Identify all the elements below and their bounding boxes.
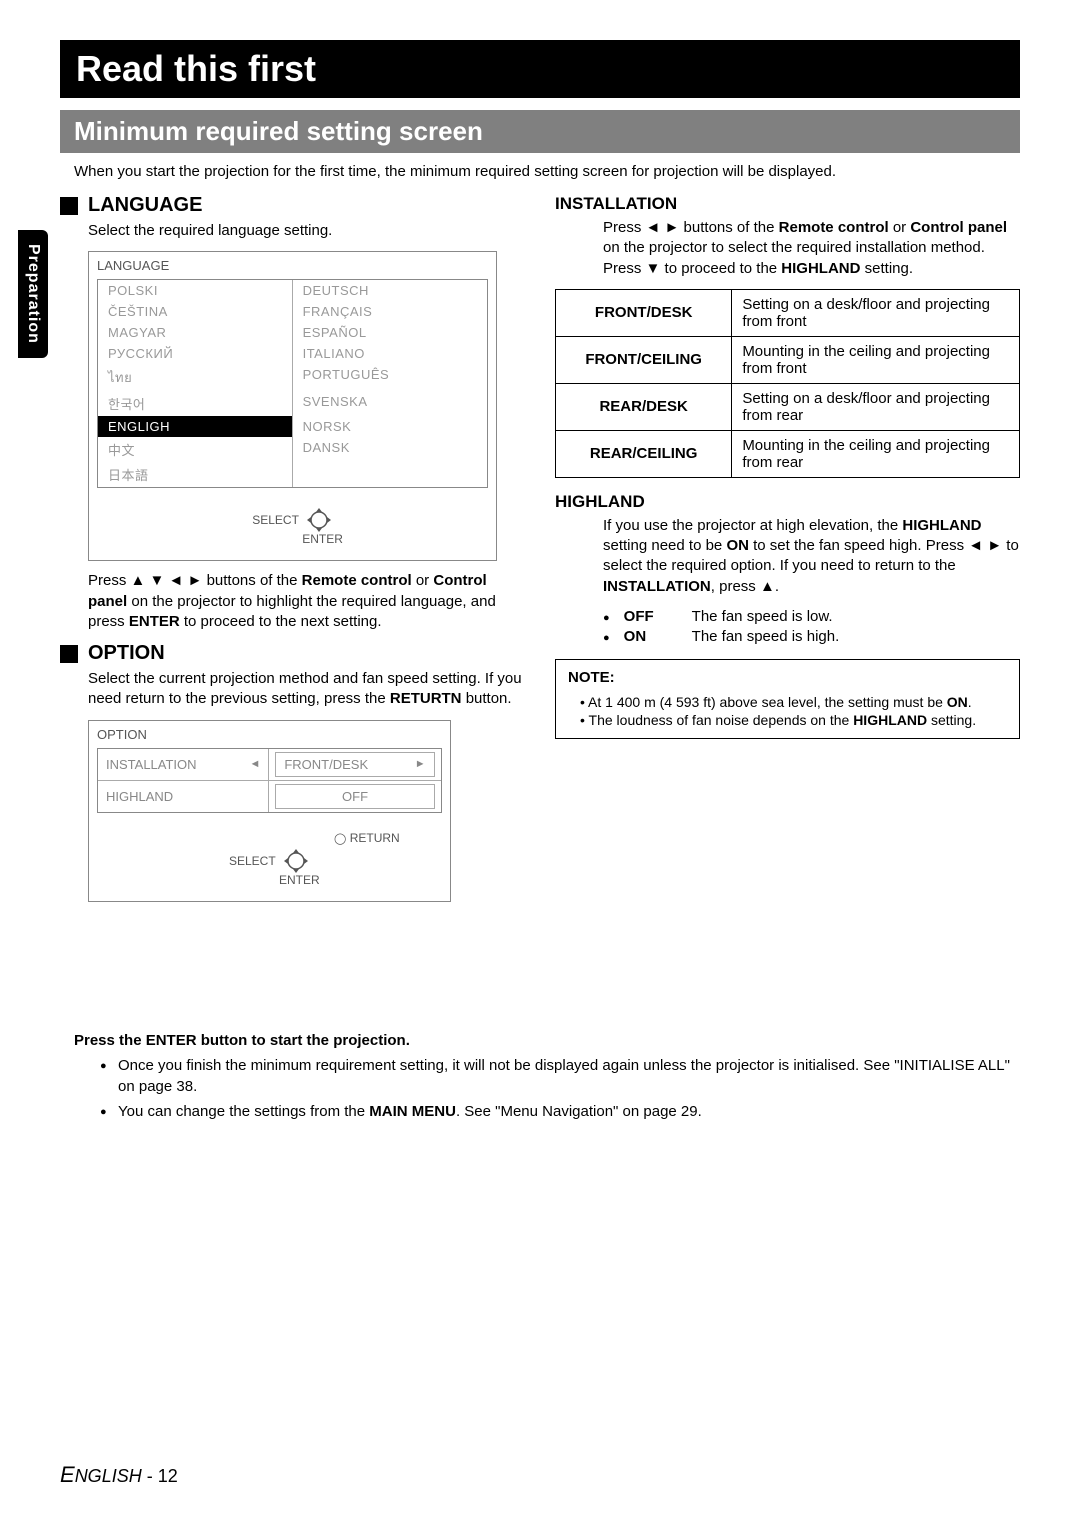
option-desc: Select the current projection method and… xyxy=(88,669,525,710)
select-label: SELECT xyxy=(252,513,299,527)
table-row: REAR/CEILINGMounting in the ceiling and … xyxy=(556,430,1020,477)
option-row: INSTALLATION ◄FRONT/DESK ► xyxy=(98,749,441,781)
language-item: DANSK xyxy=(293,437,488,462)
final-list: Once you finish the minimum requirement … xyxy=(100,1055,1020,1122)
highland-options: OFFThe fan speed is low. ONThe fan speed… xyxy=(603,607,1020,648)
language-item: ไทย xyxy=(98,364,293,391)
intro-text: When you start the projection for the fi… xyxy=(60,163,1020,180)
note-title: NOTE: xyxy=(568,668,1007,688)
language-item: РУССКИЙ xyxy=(98,343,293,364)
language-item: ČEŠTINA xyxy=(98,301,293,322)
installation-table: FRONT/DESKSetting on a desk/floor and pr… xyxy=(555,289,1020,478)
language-menu-title: LANGUAGE xyxy=(89,252,496,275)
install-mode: REAR/DESK xyxy=(556,383,732,430)
language-item: SVENSKA xyxy=(293,391,488,416)
language-item: NORSK xyxy=(293,416,488,437)
highland-heading: HIGHLAND xyxy=(555,492,1020,512)
installation-desc: Press ◄ ► buttons of the Remote control … xyxy=(603,218,1020,279)
language-item: ITALIANO xyxy=(293,343,488,364)
block-marker-icon xyxy=(60,197,78,215)
language-item: ENGLIGH xyxy=(98,416,293,437)
dpad-icon xyxy=(282,847,310,875)
install-mode: REAR/CEILING xyxy=(556,430,732,477)
language-item: MAGYAR xyxy=(98,322,293,343)
page-footer: ENGLISH - 12 xyxy=(60,1462,178,1488)
install-desc: Mounting in the ceiling and projecting f… xyxy=(732,430,1020,477)
language-heading: LANGUAGE xyxy=(88,194,202,217)
dpad-icon xyxy=(305,506,333,534)
section-heading: Minimum required setting screen xyxy=(60,110,1020,153)
highland-desc: If you use the projector at high elevati… xyxy=(603,516,1020,597)
language-item: FRANÇAIS xyxy=(293,301,488,322)
language-item: ESPAÑOL xyxy=(293,322,488,343)
language-instruction: Press ▲ ▼ ◄ ► buttons of the Remote cont… xyxy=(88,571,525,632)
table-row: REAR/DESKSetting on a desk/floor and pro… xyxy=(556,383,1020,430)
press-enter-heading: Press the ENTER button to start the proj… xyxy=(74,1032,1020,1049)
left-column: LANGUAGE Select the required language se… xyxy=(60,194,525,912)
final-bullet: You can change the settings from the MAI… xyxy=(100,1101,1020,1122)
option-row: HIGHLANDOFF xyxy=(98,781,441,812)
option-heading: OPTION xyxy=(88,642,165,665)
language-item: 中文 xyxy=(98,437,293,462)
language-desc: Select the required language setting. xyxy=(88,221,525,241)
language-item xyxy=(293,462,488,487)
table-row: FRONT/DESKSetting on a desk/floor and pr… xyxy=(556,289,1020,336)
install-desc: Setting on a desk/floor and projecting f… xyxy=(732,289,1020,336)
installation-heading: INSTALLATION xyxy=(555,194,1020,214)
option-value: OFF xyxy=(275,784,434,809)
language-menu: LANGUAGE POLSKIDEUTSCHČEŠTINAFRANÇAISMAG… xyxy=(88,251,497,561)
language-item: 한국어 xyxy=(98,391,293,416)
table-row: FRONT/CEILINGMounting in the ceiling and… xyxy=(556,336,1020,383)
language-item: 日本語 xyxy=(98,462,293,487)
note-item: The loudness of fan noise depends on the… xyxy=(580,711,1007,730)
install-desc: Mounting in the ceiling and projecting f… xyxy=(732,336,1020,383)
language-item: POLSKI xyxy=(98,280,293,301)
note-box: NOTE: At 1 400 m (4 593 ft) above sea le… xyxy=(555,659,1020,739)
block-marker-icon xyxy=(60,645,78,663)
language-item: PORTUGUÊS xyxy=(293,364,488,391)
install-desc: Setting on a desk/floor and projecting f… xyxy=(732,383,1020,430)
right-column: INSTALLATION Press ◄ ► buttons of the Re… xyxy=(555,194,1020,912)
language-item: DEUTSCH xyxy=(293,280,488,301)
install-mode: FRONT/CEILING xyxy=(556,336,732,383)
option-value: FRONT/DESK ► xyxy=(275,752,434,777)
page-content: Read this first Minimum required setting… xyxy=(0,0,1080,1166)
footer-lang: NGLISH xyxy=(75,1466,142,1486)
page-title: Read this first xyxy=(60,40,1020,98)
option-menu: OPTION INSTALLATION ◄FRONT/DESK ►HIGHLAN… xyxy=(88,720,451,902)
return-label: RETURN xyxy=(350,831,400,845)
option-menu-title: OPTION xyxy=(89,721,450,744)
option-label: HIGHLAND xyxy=(98,781,269,812)
option-label: INSTALLATION ◄ xyxy=(98,749,269,780)
final-bullet: Once you finish the minimum requirement … xyxy=(100,1055,1020,1097)
note-item: At 1 400 m (4 593 ft) above sea level, t… xyxy=(580,693,1007,712)
select-label: SELECT xyxy=(229,854,276,868)
install-mode: FRONT/DESK xyxy=(556,289,732,336)
enter-label: ENTER xyxy=(149,532,496,546)
